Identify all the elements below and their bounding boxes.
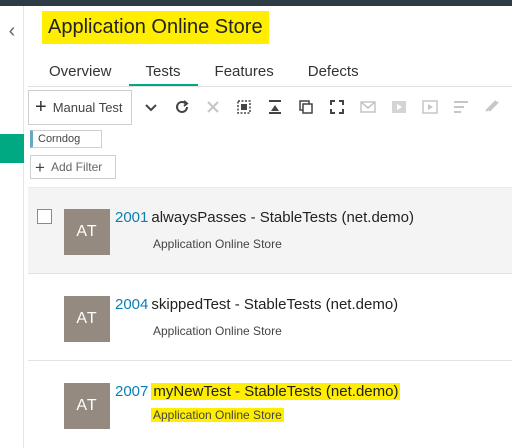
- left-rail: ‹: [0, 6, 24, 448]
- row-title: 2007 myNewTest - StableTests (net.demo): [115, 383, 401, 400]
- toolbar: + Manual Test: [28, 89, 512, 125]
- copy-icon[interactable]: [295, 96, 318, 119]
- run-icon[interactable]: [388, 96, 411, 119]
- delete-icon[interactable]: [202, 96, 225, 119]
- row-separator: [28, 360, 512, 361]
- row-title: 2004 skippedTest - StableTests (net.demo…: [115, 296, 398, 313]
- add-filter-button[interactable]: + Add Filter: [30, 155, 116, 179]
- table-row[interactable]: AT 2004 skippedTest - StableTests (net.d…: [28, 275, 512, 361]
- test-subtitle: Application Online Store: [153, 237, 282, 251]
- add-filter-label: Add Filter: [50, 160, 103, 174]
- test-id-link[interactable]: 2007: [115, 383, 148, 400]
- row-checkbox[interactable]: [37, 209, 52, 224]
- plus-icon: +: [35, 96, 47, 118]
- tab-overview[interactable]: Overview: [32, 55, 129, 87]
- refresh-icon[interactable]: [171, 96, 194, 119]
- tab-defects[interactable]: Defects: [291, 55, 376, 87]
- table-row[interactable]: AT 2001 alwaysPasses - StableTests (net.…: [28, 188, 512, 274]
- email-icon[interactable]: [357, 96, 380, 119]
- tab-tests[interactable]: Tests: [128, 55, 198, 87]
- fullscreen-icon[interactable]: [326, 96, 349, 119]
- test-subtitle: Application Online Store: [153, 324, 282, 338]
- manual-test-label: Manual Test: [52, 99, 123, 115]
- test-subtitle-text: Application Online Store: [151, 408, 284, 422]
- page-title: Application Online Store: [48, 16, 263, 38]
- avatar: AT: [64, 296, 110, 342]
- rail-active-indicator: [0, 134, 24, 163]
- tab-bar: Overview Tests Features Defects: [32, 55, 376, 87]
- row-title: 2001 alwaysPasses - StableTests (net.dem…: [115, 209, 414, 226]
- avatar: AT: [64, 209, 110, 255]
- select-all-icon[interactable]: [233, 96, 256, 119]
- link-icon[interactable]: [481, 96, 504, 119]
- page-title-wrapper: Application Online Store: [42, 11, 269, 44]
- test-name[interactable]: myNewTest - StableTests (net.demo): [151, 383, 401, 400]
- tabs-divider: [28, 86, 512, 87]
- filter-icon[interactable]: [450, 96, 473, 119]
- test-name[interactable]: alwaysPasses - StableTests (net.demo): [151, 209, 414, 226]
- row-separator: [28, 273, 512, 274]
- test-subtitle: Application Online Store: [151, 408, 284, 422]
- test-id-link[interactable]: 2001: [115, 209, 148, 226]
- chevron-down-icon[interactable]: [140, 96, 163, 119]
- add-manual-test-button[interactable]: + Manual Test: [28, 89, 132, 125]
- tab-features[interactable]: Features: [198, 55, 291, 87]
- run-suite-icon[interactable]: [419, 96, 442, 119]
- test-id-link[interactable]: 2004: [115, 296, 148, 313]
- test-name[interactable]: skippedTest - StableTests (net.demo): [151, 296, 398, 313]
- top-bar: [0, 0, 512, 6]
- avatar: AT: [64, 383, 110, 429]
- collapse-icon[interactable]: [264, 96, 287, 119]
- chevron-left-icon[interactable]: ‹: [3, 20, 21, 42]
- table-row[interactable]: AT 2007 myNewTest - StableTests (net.dem…: [28, 362, 512, 448]
- filter-chip[interactable]: Corndog: [30, 130, 102, 148]
- plus-icon: +: [35, 157, 45, 177]
